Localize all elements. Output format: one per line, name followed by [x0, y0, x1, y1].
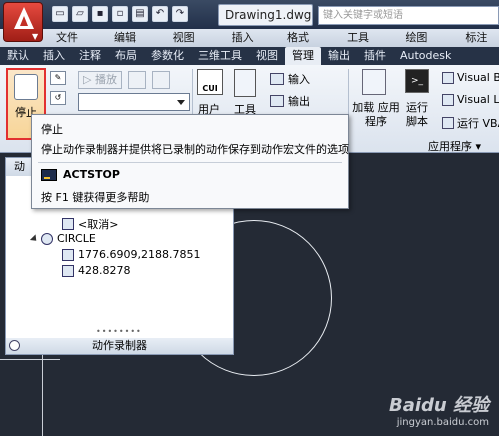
- menubar: 文件(F) 编辑(E) 视图(V) 插入(I) 格式(O) 工具(T) 绘图(D…: [0, 29, 499, 62]
- request-input-icon[interactable]: ↺: [50, 91, 66, 105]
- vb-editor-icon: [442, 71, 454, 84]
- export-button[interactable]: 输出: [270, 93, 310, 109]
- tool-palettes-icon[interactable]: [234, 69, 256, 97]
- insert-message-icon[interactable]: ✎: [50, 71, 66, 85]
- load-application-icon[interactable]: [362, 69, 386, 95]
- print-icon[interactable]: ▤: [132, 6, 148, 22]
- quick-access-toolbar: ▭ ▱ ▪ ▫ ▤ ↶ ↷: [52, 6, 188, 22]
- chevron-down-icon: ▼: [32, 32, 39, 41]
- tree-item-radius[interactable]: 428.8278: [62, 264, 131, 277]
- menu-draw[interactable]: 绘图(D): [405, 29, 439, 62]
- vb-editor-label: Visual B: [457, 71, 499, 84]
- tree-item-label: <取消>: [78, 218, 119, 231]
- ucs-axis-horizontal: [0, 359, 60, 360]
- tree-item-circle[interactable]: CIRCLE: [29, 232, 96, 245]
- palette-footer: 动作录制器: [6, 338, 233, 354]
- search-input[interactable]: 键入关键字或短语: [318, 6, 499, 25]
- ucs-axis-vertical: [42, 352, 43, 436]
- tooltip-command-name: ACTSTOP: [63, 168, 120, 181]
- run-script-label[interactable]: 运行 脚本: [402, 101, 432, 129]
- play-row: ▷ 播放: [78, 71, 170, 89]
- application-menu-button[interactable]: ▼: [3, 2, 43, 42]
- resize-grip[interactable]: ••••••••: [96, 327, 142, 336]
- tree-item-label: CIRCLE: [57, 232, 96, 245]
- menu-file[interactable]: 文件(F): [56, 29, 88, 62]
- stop-icon: [14, 74, 38, 100]
- preferences-icon[interactable]: [127, 71, 146, 89]
- play-button[interactable]: ▷ 播放: [78, 71, 122, 89]
- document-tab[interactable]: Drawing1.dwg: [218, 4, 313, 26]
- run-vba-button[interactable]: 运行 VBA: [442, 115, 499, 131]
- tree-item-point[interactable]: 1776.6909,2188.7851: [62, 248, 200, 261]
- load-application-label[interactable]: 加载 应用程序: [352, 101, 400, 129]
- tab-manage[interactable]: 管理: [285, 47, 321, 65]
- tab-plugins[interactable]: 插件: [357, 47, 393, 65]
- import-label: 输入: [288, 73, 310, 86]
- cui-icon[interactable]: CUI: [197, 69, 223, 95]
- expand-triangle-icon[interactable]: [29, 233, 40, 244]
- vlisp-editor-label: Visual L: [457, 93, 499, 106]
- tab-layout[interactable]: 布局: [108, 47, 144, 65]
- tab-3d-tools[interactable]: 三维工具: [191, 47, 249, 65]
- palette-footer-label: 动作录制器: [92, 339, 147, 352]
- value-input-icon: [62, 264, 74, 277]
- recorder-small-icons: ✎ ↺: [50, 71, 70, 111]
- tooltip-title: 停止: [41, 123, 63, 136]
- autocad-logo-icon: [14, 7, 34, 29]
- new-icon[interactable]: ▭: [52, 6, 68, 22]
- tooltip-help: 按 F1 键获得更多帮助: [41, 191, 150, 204]
- command-icon: [62, 218, 74, 230]
- stop-tooltip: 停止 停止动作录制器并提供将已录制的动作保存到动作宏文件的选项 ACTSTOP …: [31, 114, 349, 209]
- watermark-url: jingyan.baidu.com: [396, 417, 489, 428]
- run-script-icon[interactable]: >_: [405, 69, 429, 93]
- vlisp-editor-icon: [442, 93, 454, 106]
- import-button[interactable]: 输入: [270, 71, 310, 87]
- menu-dimension[interactable]: 标注(N): [465, 29, 499, 62]
- undo-icon[interactable]: ↶: [152, 6, 168, 22]
- menu-tools[interactable]: 工具(T): [347, 29, 379, 62]
- tab-parametric[interactable]: 参数化: [144, 47, 191, 65]
- baidu-logo: Baidu 经验: [388, 395, 489, 416]
- tree-item-label: 1776.6909,2188.7851: [78, 248, 201, 261]
- menu-insert[interactable]: 插入(I): [232, 29, 261, 62]
- menu-edit[interactable]: 编辑(E): [114, 29, 147, 62]
- tab-default[interactable]: 默认: [0, 47, 36, 65]
- point-input-icon: [62, 248, 74, 261]
- menu-view[interactable]: 视图(V): [173, 29, 206, 62]
- tree-item-cancel[interactable]: <取消>: [62, 216, 118, 232]
- action-macro-select[interactable]: [78, 93, 190, 111]
- open-icon[interactable]: ▱: [72, 6, 88, 22]
- run-vba-label: 运行 VBA: [457, 117, 499, 130]
- redo-icon[interactable]: ↷: [172, 6, 188, 22]
- title-bar: ▭ ▱ ▪ ▫ ▤ ↶ ↷ Drawing1.dwg 键入关键字或短语: [0, 0, 499, 29]
- tab-output[interactable]: 输出: [321, 47, 357, 65]
- visual-lisp-editor-button[interactable]: Visual L: [442, 93, 499, 106]
- import-icon: [270, 73, 284, 85]
- palette-header-label: 动: [14, 160, 25, 173]
- manage-macros-icon[interactable]: [151, 71, 170, 89]
- tree-item-label: 428.8278: [78, 264, 131, 277]
- export-label: 输出: [288, 95, 310, 108]
- export-icon: [270, 95, 284, 107]
- visual-basic-editor-button[interactable]: Visual B: [442, 71, 499, 84]
- save-as-icon[interactable]: ▫: [112, 6, 128, 22]
- chevron-down-icon: [177, 100, 185, 105]
- watermark: Baidu 经验 jingyan.baidu.com: [389, 391, 489, 428]
- properties-icon[interactable]: [9, 340, 20, 351]
- ribbon-tabs: 默认 插入 注释 布局 参数化 三维工具 视图 管理 输出 插件 Autodes…: [0, 47, 499, 65]
- tab-insert[interactable]: 插入: [36, 47, 72, 65]
- applications-panel-title[interactable]: 应用程序 ▾: [428, 138, 481, 154]
- tab-view[interactable]: 视图: [249, 47, 285, 65]
- tooltip-divider: [38, 162, 342, 163]
- tab-annotate[interactable]: 注释: [72, 47, 108, 65]
- tab-autodesk[interactable]: Autodesk: [393, 47, 458, 65]
- tooltip-command: ACTSTOP: [41, 168, 120, 181]
- run-vba-icon: [442, 117, 454, 129]
- tooltip-description: 停止动作录制器并提供将已录制的动作保存到动作宏文件的选项: [41, 143, 349, 156]
- command-line-icon: [41, 168, 57, 181]
- circle-command-icon: [41, 232, 53, 245]
- menu-format[interactable]: 格式(O): [287, 29, 321, 62]
- save-icon[interactable]: ▪: [92, 6, 108, 22]
